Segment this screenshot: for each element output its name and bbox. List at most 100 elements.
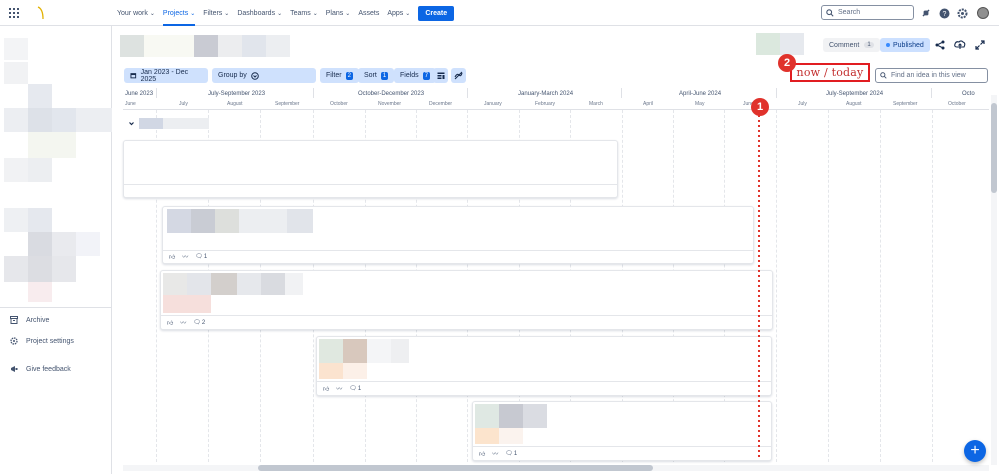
redacted-block [52,232,76,256]
thumbs-up-icon[interactable]: 👍︎ [323,385,329,393]
group-header[interactable] [128,118,209,129]
thumbs-up-icon[interactable]: 👍︎ [479,450,485,458]
avatar[interactable] [977,7,989,19]
idea-card[interactable]: 👍︎ 〰 🗨︎ 2 [160,270,773,330]
nav-your-work[interactable]: Your work ⌄ [113,0,159,26]
sidebar-item-label: Archive [26,316,50,324]
layout-toggle-button[interactable] [433,68,448,83]
sort-button[interactable]: Sort 1 [358,68,395,83]
trend-icon[interactable]: 〰 [180,318,186,327]
card-footer: 👍︎ 〰 🗨︎ 2 [167,318,205,328]
month-gridline [828,110,829,462]
idea-card[interactable]: 👍︎ 〰 🗨︎ 1 [162,206,754,264]
month-label: October [330,101,348,107]
redacted-block [194,35,218,57]
redacted-block [28,108,52,132]
sidebar-item-archive[interactable]: Archive [10,316,49,324]
top-navigation: Your work ⌄ Projects ⌄ Filters ⌄ Dashboards… [0,0,999,26]
date-range-button[interactable]: Jan 2023 - Dec 2025 [124,68,208,83]
fields-label: Fields [400,72,419,79]
nav-projects[interactable]: Projects ⌄ [159,0,199,26]
month-label: July [179,101,188,107]
month-label: January [484,101,502,107]
redacted-block [319,339,343,363]
published-status-button[interactable]: Published [880,38,930,52]
sidebar-item-project-settings[interactable]: Project settings [10,337,74,345]
idea-card[interactable] [123,140,618,198]
nav-plans[interactable]: Plans ⌄ [322,0,355,26]
scrollbar-thumb[interactable] [258,465,653,471]
comments-icon[interactable]: 🗨︎ [505,450,513,457]
trend-icon[interactable]: 〰 [336,384,342,393]
redacted-block [215,209,239,233]
card-divider [473,446,771,447]
find-idea-input[interactable]: Find an idea in this view [875,68,988,83]
trend-icon[interactable]: 〰 [492,449,498,458]
quarter-label: April-June 2024 [679,91,722,97]
nav-filters[interactable]: Filters ⌄ [199,0,233,26]
redacted-block [319,363,343,379]
share-icon[interactable] [934,39,946,51]
idea-card[interactable]: 👍︎ 〰 🗨︎ 1 [316,336,772,396]
redacted-block [120,35,144,57]
settings-icon[interactable] [956,7,968,19]
comment-count: 1 [513,450,518,457]
comments-icon[interactable]: 🗨︎ [195,253,203,260]
archive-icon [10,316,18,324]
redacted-block [391,339,409,363]
idea-card[interactable]: 👍︎ 〰 🗨︎ 1 [472,401,772,461]
nav-assets[interactable]: Assets [354,0,383,26]
notifications-icon[interactable] [920,7,932,19]
redacted-block [261,273,285,295]
nav-dashboards[interactable]: Dashboards ⌄ [233,0,286,26]
create-button[interactable]: Create [418,5,455,21]
horizontal-scrollbar[interactable] [123,465,989,471]
redacted-block [523,404,547,428]
quarter-divider [156,88,157,98]
chevron-down-icon: ⌄ [149,10,155,17]
redacted-block [28,256,52,282]
help-icon[interactable]: ? [938,7,950,19]
redacted-block [499,404,523,428]
redacted-block [28,84,52,108]
add-idea-button[interactable]: + [964,440,986,462]
comments-icon[interactable]: 🗨︎ [193,319,201,326]
nav-apps[interactable]: Apps ⌄ [383,0,414,26]
product-logo[interactable] [36,5,46,21]
sort-count-badge: 1 [380,71,389,80]
fields-button[interactable]: Fields 7 [394,68,437,83]
layout-icon [437,72,444,79]
find-placeholder: Find an idea in this view [891,72,966,79]
scrollbar-thumb[interactable] [991,103,997,193]
comments-icon[interactable]: 🗨︎ [349,385,357,392]
export-icon[interactable] [954,39,966,51]
search-input[interactable]: Search [821,5,914,20]
apps-grid-icon[interactable] [9,8,19,18]
redacted-block [218,35,242,57]
vertical-scrollbar[interactable] [991,95,997,465]
redacted-block [28,132,76,158]
quarter-label: July-September 2024 [826,91,884,97]
sidebar-item-give-feedback[interactable]: Give feedback [10,365,71,373]
thumbs-up-icon[interactable]: 👍︎ [167,319,173,327]
thumbs-up-icon[interactable]: 👍︎ [169,253,175,261]
hide-connections-button[interactable] [451,68,466,83]
fullscreen-icon[interactable] [974,39,986,51]
chevron-down-icon [129,122,134,126]
plus-icon: + [970,442,980,459]
quarter-label: January-March 2024 [518,91,574,97]
month-label: February [535,101,556,107]
group-by-button[interactable]: Group by [212,68,316,83]
annotation-marker-2: 2 [778,54,796,72]
chevron-down-icon: ⌄ [312,10,318,17]
card-footer: 👍︎ 〰 🗨︎ 1 [169,252,207,262]
month-gridline [932,110,933,462]
nav-teams[interactable]: Teams ⌄ [286,0,322,26]
trend-icon[interactable]: 〰 [182,252,188,261]
month-label: September [275,101,300,107]
month-label: August [846,101,862,107]
month-label: September [893,101,918,107]
filter-button[interactable]: Filter 2 [320,68,359,83]
month-label: June [125,101,136,107]
comment-button[interactable]: Comment 1 [823,38,880,52]
